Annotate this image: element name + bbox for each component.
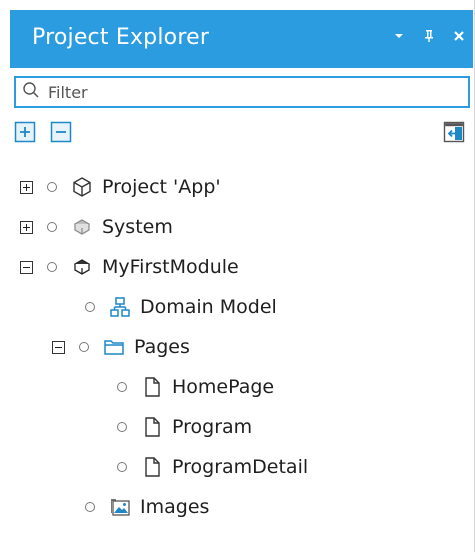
filter-field [14, 76, 470, 108]
tree-item-label: Domain Model [140, 296, 277, 318]
status-dot [117, 382, 127, 392]
tree-item-pages[interactable]: Pages [52, 327, 190, 367]
tree-item-system[interactable]: System [20, 207, 173, 247]
tree-item-domain-model[interactable]: Domain Model [85, 287, 277, 327]
panel-title: Project Explorer [32, 25, 210, 50]
tree-item-label: HomePage [172, 376, 275, 398]
status-dot [85, 502, 95, 512]
module-icon [71, 256, 93, 278]
expand-icon[interactable] [20, 180, 33, 194]
search-icon [22, 81, 40, 103]
collapse-all-icon[interactable] [50, 121, 76, 147]
tree-item-label: MyFirstModule [102, 256, 239, 278]
module-icon [71, 216, 93, 238]
expand-icon[interactable] [20, 220, 33, 234]
page-icon [141, 376, 163, 398]
expand-all-icon[interactable] [14, 121, 40, 147]
close-icon[interactable] [451, 28, 467, 44]
status-dot [47, 182, 57, 192]
tree-item-label: Project 'App' [102, 176, 221, 198]
filter-input[interactable] [46, 81, 450, 103]
status-dot [117, 422, 127, 432]
tree-item-programdetail[interactable]: ProgramDetail [117, 447, 308, 487]
tree-item-label: ProgramDetail [172, 456, 309, 478]
pin-icon[interactable] [421, 28, 437, 44]
collapse-icon[interactable] [52, 340, 65, 354]
status-dot [79, 342, 89, 352]
folder-icon [103, 336, 125, 358]
explorer-toolbar [14, 121, 470, 151]
chevron-down-icon[interactable] [391, 28, 407, 44]
tree-item-program[interactable]: Program [117, 407, 252, 447]
project-explorer-panel: Project Explorer Filter Project 'App' Sy… [0, 0, 475, 552]
collapse-icon[interactable] [20, 260, 33, 274]
page-icon [141, 456, 163, 478]
page-icon [141, 416, 163, 438]
tree-item-label: Program [172, 416, 253, 438]
domain-model-icon [109, 296, 131, 318]
sync-with-editor-icon[interactable] [443, 121, 469, 147]
images-folder-icon [109, 496, 131, 518]
tree-item-label: System [102, 216, 173, 238]
tree-item-label: Pages [134, 336, 190, 358]
tree-item-images[interactable]: Images [85, 487, 209, 527]
panel-titlebar: Project Explorer [10, 10, 473, 68]
status-dot [117, 462, 127, 472]
status-dot [47, 222, 57, 232]
tree-item-myfirstmodule[interactable]: MyFirstModule [20, 247, 239, 287]
panel-controls [391, 28, 467, 44]
tree-item-project-app[interactable]: Project 'App' [20, 167, 221, 207]
tree-item-homepage[interactable]: HomePage [117, 367, 274, 407]
project-icon [71, 176, 93, 198]
status-dot [85, 302, 95, 312]
status-dot [47, 262, 57, 272]
tree-item-label: Images [140, 496, 210, 518]
